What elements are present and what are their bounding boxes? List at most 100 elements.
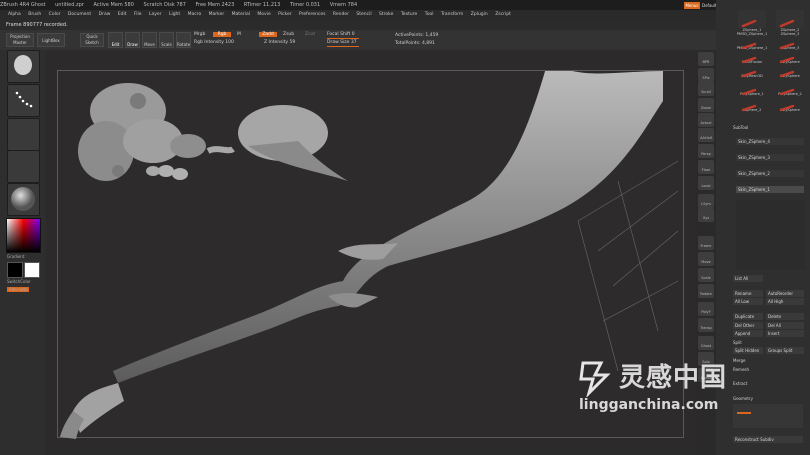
menu-document[interactable]: Document: [68, 12, 91, 17]
mrgb-button[interactable]: Mrgb: [194, 32, 205, 37]
stroke-slot[interactable]: [7, 84, 40, 117]
scroll-button[interactable]: Scroll: [698, 82, 714, 96]
subtool-item[interactable]: Skin_ZSphere_3: [736, 154, 804, 161]
total-points: TotalPoints: 4,891: [395, 41, 435, 46]
spix-button[interactable]: SPix: [698, 68, 714, 82]
menu-marker[interactable]: Marker: [209, 12, 225, 17]
scale-view-button[interactable]: Scale: [698, 268, 714, 282]
edit-mode-button[interactable]: Edit: [108, 32, 123, 48]
focal-shift-slider[interactable]: Focal Shift 0: [327, 32, 355, 37]
menu-tool[interactable]: Tool: [425, 12, 434, 17]
delete-button[interactable]: Delete: [766, 313, 804, 320]
rename-button[interactable]: Rename: [733, 290, 763, 297]
append-button[interactable]: Append: [733, 330, 763, 337]
subtool-item[interactable]: Skin_ZSphere_4: [736, 138, 804, 145]
menu-render[interactable]: Render: [333, 12, 349, 17]
vmem: Vmem 784: [329, 2, 358, 8]
list-all-button[interactable]: List All: [733, 275, 763, 282]
menu-light[interactable]: Light: [169, 12, 180, 17]
menu-movie[interactable]: Movie: [257, 12, 270, 17]
sculpted-limb: [113, 61, 663, 383]
menu-stroke[interactable]: Stroke: [379, 12, 393, 17]
transp-button[interactable]: Transp: [698, 318, 714, 332]
rotate-view-button[interactable]: Rotate: [698, 284, 714, 298]
all-low-button[interactable]: All Low: [733, 298, 763, 305]
menu-color[interactable]: Color: [49, 12, 61, 17]
ghost-button[interactable]: Ghost: [698, 336, 714, 350]
zcut-button[interactable]: Zcut: [305, 32, 315, 37]
alternate-button[interactable]: Alternate: [7, 287, 30, 292]
secondary-color-swatch[interactable]: [24, 262, 40, 278]
persp-button[interactable]: Persp: [698, 144, 714, 158]
z-intensity-slider[interactable]: Z Intensity 59: [264, 40, 295, 45]
frame-button[interactable]: Frame: [698, 236, 714, 250]
quick-sketch-button[interactable]: Quick Sketch: [80, 33, 104, 47]
main-color-swatch[interactable]: [7, 262, 23, 278]
aahalf-button[interactable]: AAHalf: [698, 128, 714, 142]
rgb-button[interactable]: Rgb: [213, 32, 231, 37]
floor-button[interactable]: Floor: [698, 160, 714, 174]
color-picker[interactable]: [6, 218, 41, 253]
switch-color-button[interactable]: SwitchColor: [7, 279, 31, 284]
menu-bar: Alpha Brush Color Document Draw Edit Fil…: [0, 10, 810, 20]
material-slot[interactable]: [7, 183, 40, 216]
menu-alpha[interactable]: Alpha: [8, 12, 21, 17]
brush-slot[interactable]: [7, 50, 40, 83]
autoreorder-button[interactable]: AutoReorder: [766, 290, 804, 297]
menu-transform[interactable]: Transform: [441, 12, 463, 17]
draw-mode-button[interactable]: Draw: [125, 32, 140, 48]
menus-button[interactable]: Menus: [684, 2, 700, 9]
rgb-intensity-slider[interactable]: Rgb Intensity 100: [194, 40, 234, 45]
move-view-button[interactable]: Move: [698, 252, 714, 266]
lightbox-button[interactable]: LightBox: [37, 33, 65, 47]
move-mode-button[interactable]: Move: [142, 32, 157, 48]
bpr-button[interactable]: BPR: [698, 52, 714, 66]
del-all-button[interactable]: Del All: [766, 322, 804, 329]
menu-texture[interactable]: Texture: [401, 12, 417, 17]
split-header[interactable]: Split: [733, 339, 742, 346]
del-other-button[interactable]: Del Other: [733, 322, 763, 329]
menu-edit[interactable]: Edit: [118, 12, 127, 17]
material-sphere-icon: [11, 187, 35, 211]
reconstruct-subdiv-button[interactable]: Reconstruct Subdiv: [733, 436, 803, 443]
menu-zscript[interactable]: Zscript: [495, 12, 511, 17]
all-high-button[interactable]: All High: [766, 298, 804, 305]
timer: Timer 0.031: [289, 2, 321, 8]
scale-mode-button[interactable]: Scale: [159, 32, 174, 48]
subtool-item[interactable]: Skin_ZSphere_2: [736, 170, 804, 177]
menu-draw[interactable]: Draw: [99, 12, 111, 17]
menu-file[interactable]: File: [134, 12, 142, 17]
menu-brush[interactable]: Brush: [28, 12, 41, 17]
draw-size-slider[interactable]: Draw Size 37: [327, 40, 357, 45]
actual-button[interactable]: Actual: [698, 113, 714, 127]
xyz-button[interactable]: Xyz: [698, 208, 714, 222]
menu-stencil[interactable]: Stencil: [356, 12, 371, 17]
edit-label: Edit: [111, 42, 120, 47]
menu-zplugin[interactable]: Zplugin: [471, 12, 488, 17]
menu-picker[interactable]: Picker: [278, 12, 291, 17]
m-button[interactable]: M: [237, 32, 241, 37]
polyf-button[interactable]: PolyF: [698, 302, 714, 316]
split-hidden-button[interactable]: Split Hidden: [733, 347, 763, 354]
groups-split-button[interactable]: Groups Split: [766, 347, 804, 354]
zadd-button[interactable]: Zadd: [259, 32, 277, 37]
projection-master-button[interactable]: Projection Master: [6, 33, 34, 47]
menu-preferences[interactable]: Preferences: [299, 12, 325, 17]
insert-button[interactable]: Insert: [766, 330, 804, 337]
zsub-button[interactable]: Zsub: [283, 32, 294, 37]
rotate-mode-button[interactable]: Rotate: [176, 32, 191, 48]
menu-layer[interactable]: Layer: [149, 12, 162, 17]
notification-text: Frame 890777 recorded.: [6, 22, 68, 28]
menu-macro[interactable]: Macro: [188, 12, 202, 17]
alpha-slot[interactable]: [7, 118, 40, 151]
lsym-button[interactable]: LSym: [698, 194, 714, 208]
texture-slot[interactable]: [7, 150, 40, 183]
subtool-header[interactable]: SubTool: [733, 124, 748, 131]
zoom-button[interactable]: Zoom: [698, 98, 714, 112]
local-button[interactable]: Local: [698, 176, 714, 190]
menu-material[interactable]: Material: [232, 12, 250, 17]
creature-sculpt: [78, 83, 348, 181]
subtool-item-selected[interactable]: Skin_ZSphere_1: [736, 186, 804, 193]
duplicate-button[interactable]: Duplicate: [733, 313, 763, 320]
app-title: ZBrush 4R4 Ghost: [0, 2, 46, 8]
